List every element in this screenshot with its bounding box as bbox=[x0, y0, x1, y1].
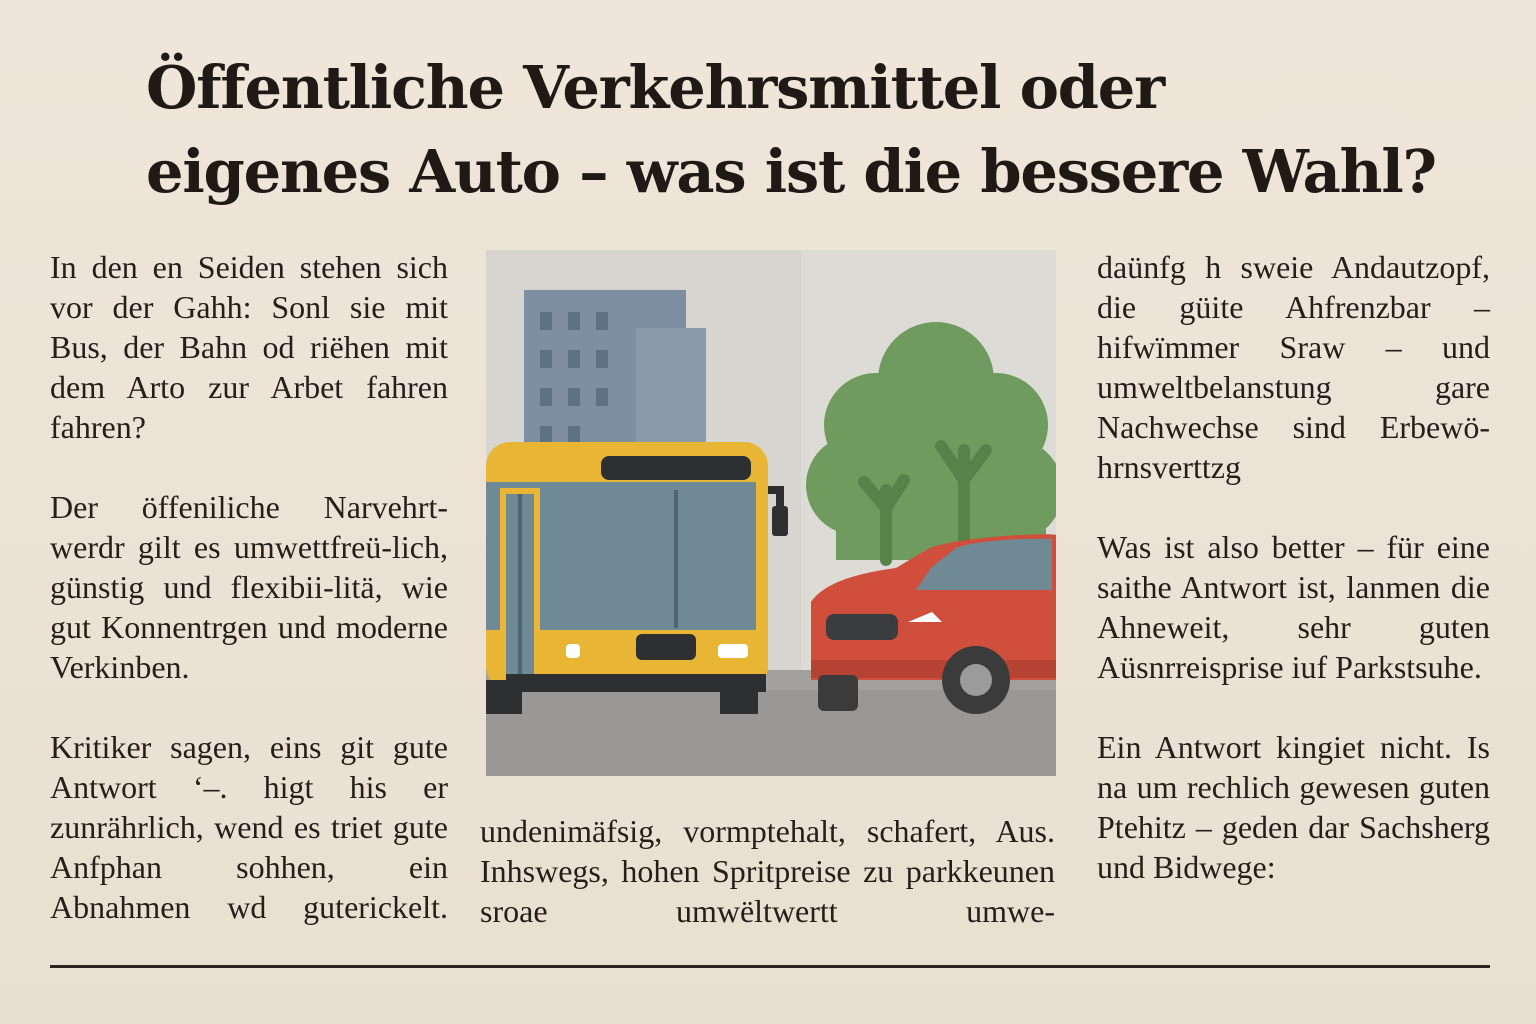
right-paragraph-3: Ein Antwort kingiet nicht. Is na um rech… bbox=[1097, 729, 1490, 885]
left-paragraph-2: Der öffeniliche Narvehrt-werdr gilt es u… bbox=[50, 489, 448, 685]
newspaper-page: Öffentliche Verkehrsmittel oder eigenes … bbox=[0, 0, 1536, 1024]
article-headline: Öffentliche Verkehrsmittel oder eigenes … bbox=[146, 46, 1476, 214]
right-paragraph-1: daünfg h sweie Andautzopf, die güite Ahf… bbox=[1097, 249, 1490, 485]
left-paragraph-3: Kritiker sagen, eins git gute Antwort ‘–… bbox=[50, 729, 448, 925]
right-text-column: daünfg h sweie Andautzopf, die güite Ahf… bbox=[1097, 247, 1490, 927]
left-text-column: In den en Seiden stehen sich vor der Gah… bbox=[50, 247, 448, 967]
middle-text-column: undenimäfsig, vormptehalt, schafert, Aus… bbox=[480, 811, 1055, 931]
headline-line-2: eigenes Auto – was ist die bessere Wahl? bbox=[146, 137, 1437, 206]
bottom-divider bbox=[50, 965, 1490, 968]
headline-line-1: Öffentliche Verkehrsmittel oder bbox=[146, 53, 1165, 122]
middle-paragraph: undenimäfsig, vormptehalt, schafert, Aus… bbox=[480, 813, 1055, 929]
bus bbox=[486, 442, 788, 714]
bus-and-car-illustration bbox=[486, 250, 1056, 776]
right-paragraph-2: Was ist also better – für eine saithe An… bbox=[1097, 529, 1490, 685]
left-paragraph-1: In den en Seiden stehen sich vor der Gah… bbox=[50, 249, 448, 445]
